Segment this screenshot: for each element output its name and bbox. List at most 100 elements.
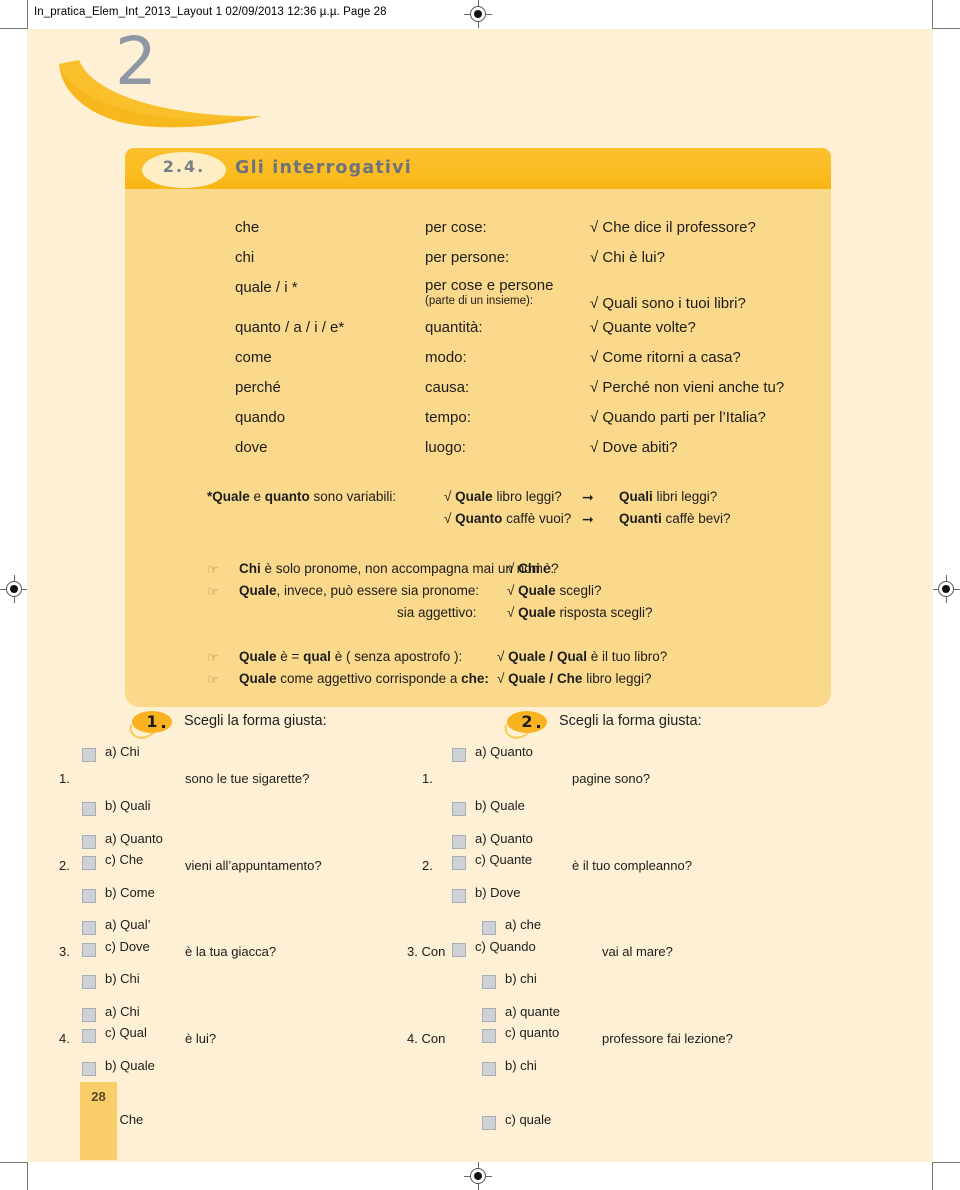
option-row[interactable]: b) chi	[27, 1031, 927, 1076]
pointing-hand-icon: ☞	[207, 672, 219, 687]
chapter-swoosh-icon	[57, 42, 277, 132]
bullets-group-1: ☞ Chi è solo pronome, non accompagna mai …	[207, 561, 807, 627]
section-title: Gli interrogativi	[235, 158, 412, 178]
print-header-text: In_pratica_Elem_Int_2013_Layout 1 02/09/…	[34, 6, 387, 18]
page-number: 28	[91, 1089, 106, 1104]
option-row[interactable]: c) quanto	[27, 971, 927, 1043]
page-number-tab: 28	[80, 1082, 117, 1160]
variabili-note: *Quale e quanto sono variabili: √ Quale l…	[207, 489, 807, 533]
option-row[interactable]: a) che	[27, 917, 927, 944]
interrogative-use-sub: (parte di un insieme):	[425, 295, 534, 307]
exercise-question: 4. Con a) quante b) chi c) quale professore …	[27, 1004, 927, 1130]
interrogative-use: per cose e persone (parte di un insieme):	[425, 277, 590, 308]
interrogative-use: modo:	[425, 349, 467, 366]
table-row: dove luogo: √ Dove abiti?	[235, 439, 815, 469]
bullet-example: √ Chi è?	[507, 561, 559, 576]
interrogative-use: causa:	[425, 379, 470, 396]
question-tail-text: professore fai lezione?	[602, 1031, 733, 1046]
trim-mark-bl-h	[0, 1162, 27, 1163]
section-number: 2.4.	[162, 157, 206, 176]
interrogative-word: quale / i *	[235, 279, 298, 296]
option-label: c) quale	[505, 1112, 552, 1127]
interrogative-use: per persone:	[425, 249, 510, 266]
option-label: a) Quanto	[475, 831, 533, 846]
section-title-bar: 2.4. Gli interrogativi	[125, 148, 831, 192]
registration-mark-right	[932, 575, 960, 603]
interrogative-example: √ Quante volte?	[590, 319, 696, 336]
variabili-plural: Quali libri leggi?	[619, 489, 718, 504]
option-checkbox[interactable]	[482, 1116, 496, 1130]
option-label: a) che	[505, 917, 542, 932]
bullet-example: √ Quale scegli?	[507, 583, 602, 598]
bullet-text: Quale è = qual è ( senza apostrofo ):	[239, 649, 463, 664]
registration-mark-bottom	[464, 1162, 492, 1190]
option-row[interactable]: b) Dove	[27, 858, 927, 903]
hand-bullet-line: ☞ Quale come aggettivo corrisponde a che:…	[207, 671, 807, 693]
bullet-text: Quale come aggettivo corrisponde a che:	[239, 671, 489, 686]
table-row: chi per persone: √ Chi è lui?	[235, 249, 815, 279]
arrow-icon: ➞	[582, 511, 594, 527]
option-row[interactable]: b) chi	[27, 944, 927, 989]
bullet-text: sia aggettivo:	[397, 605, 477, 620]
option-row[interactable]: a) Quanto	[27, 744, 927, 771]
grammar-content-card: che per cose: √ Che dice il professore? chi…	[125, 189, 831, 707]
exercise-question: 3. Con a) che b) chi c) quanto vai al mare?	[27, 917, 927, 1043]
question-tail-text: vai al mare?	[602, 944, 673, 959]
option-checkbox[interactable]	[452, 835, 466, 849]
variabili-plural: Quanti caffè bevi?	[619, 511, 731, 526]
bullet-example: √ Quale / Qual è il tuo libro?	[497, 649, 668, 664]
exercise-question: 1. a) Quanto b) Quale c) Quante pagine sono?	[27, 744, 927, 870]
trim-mark-br-v	[932, 1162, 933, 1190]
interrogative-example: √ Quando parti per l’Italia?	[590, 409, 766, 426]
bullets-group-2: ☞ Quale è = qual è ( senza apostrofo ): √ …	[207, 649, 807, 693]
interrogative-word: chi	[235, 249, 255, 266]
interrogative-word: dove	[235, 439, 268, 456]
trim-mark-tr-v	[932, 0, 933, 29]
interrogative-word: quanto / a / i / e*	[235, 319, 345, 336]
exercise-question: 2. a) Quanto b) Dove c) Quando è il tuo comp…	[27, 831, 927, 957]
interrogative-word: quando	[235, 409, 286, 426]
trim-mark-tr-h	[933, 28, 960, 29]
option-checkbox[interactable]	[482, 921, 496, 935]
interrogative-use: luogo:	[425, 439, 466, 456]
option-row[interactable]: a) quante	[27, 1004, 927, 1031]
interrogative-use: tempo:	[425, 409, 471, 426]
badge-dot-icon	[537, 725, 540, 728]
interrogative-example: √ Perché non vieni anche tu?	[590, 379, 785, 396]
exercise-title: Scegli la forma giusta:	[184, 713, 327, 729]
table-row: quando tempo: √ Quando parti per l’Italia?	[235, 409, 815, 439]
option-row[interactable]: b) Quale	[27, 771, 927, 816]
table-row: come modo: √ Come ritorni a casa?	[235, 349, 815, 379]
interrogative-example: √ Quali sono i tuoi libri?	[590, 295, 746, 312]
table-row: perché causa: √ Perché non vieni anche tu?	[235, 379, 815, 409]
option-label: a) Quanto	[475, 744, 533, 759]
interrogative-word: che	[235, 219, 260, 236]
option-checkbox[interactable]	[452, 748, 466, 762]
variabili-lead: *Quale e quanto sono variabili:	[207, 489, 397, 504]
pointing-hand-icon: ☞	[207, 584, 219, 599]
interrogative-word: come	[235, 349, 272, 366]
hand-bullet-line: ☞ Quale è = qual è ( senza apostrofo ): √ …	[207, 649, 807, 671]
exercise-number: 1	[146, 712, 158, 731]
hand-bullet-line: ☞ Chi è solo pronome, non accompagna mai …	[207, 561, 807, 583]
question-tail-text: è il tuo compleanno?	[572, 858, 692, 873]
interrogatives-table: che per cose: √ Che dice il professore? chi…	[235, 219, 815, 469]
trim-mark-br-h	[933, 1162, 960, 1163]
bullet-example: √ Quale / Che libro leggi?	[497, 671, 652, 686]
exercise-heading: 1 Scegli la forma giusta:	[125, 708, 472, 744]
option-row[interactable]: c) Quante	[27, 798, 927, 870]
registration-mark-left	[0, 575, 28, 603]
option-row[interactable]: a) Quanto	[27, 831, 927, 858]
option-checkbox[interactable]	[482, 1008, 496, 1022]
table-row: quale / i * per cose e persone (parte di u…	[235, 277, 815, 319]
variabili-line: *Quale e quanto sono variabili: √ Quale l…	[207, 489, 807, 511]
interrogative-word: perché	[235, 379, 281, 396]
header-rule-vertical	[27, 0, 28, 29]
bullet-text: Quale, invece, può essere sia pronome:	[239, 583, 480, 598]
bullet-example: √ Quale risposta scegli?	[507, 605, 653, 620]
registration-mark-top	[464, 0, 492, 28]
option-label: a) quante	[505, 1004, 560, 1019]
option-row[interactable]: c) quale	[27, 1058, 927, 1130]
pointing-hand-icon: ☞	[207, 562, 219, 577]
option-row[interactable]: c) Quando	[27, 885, 927, 957]
